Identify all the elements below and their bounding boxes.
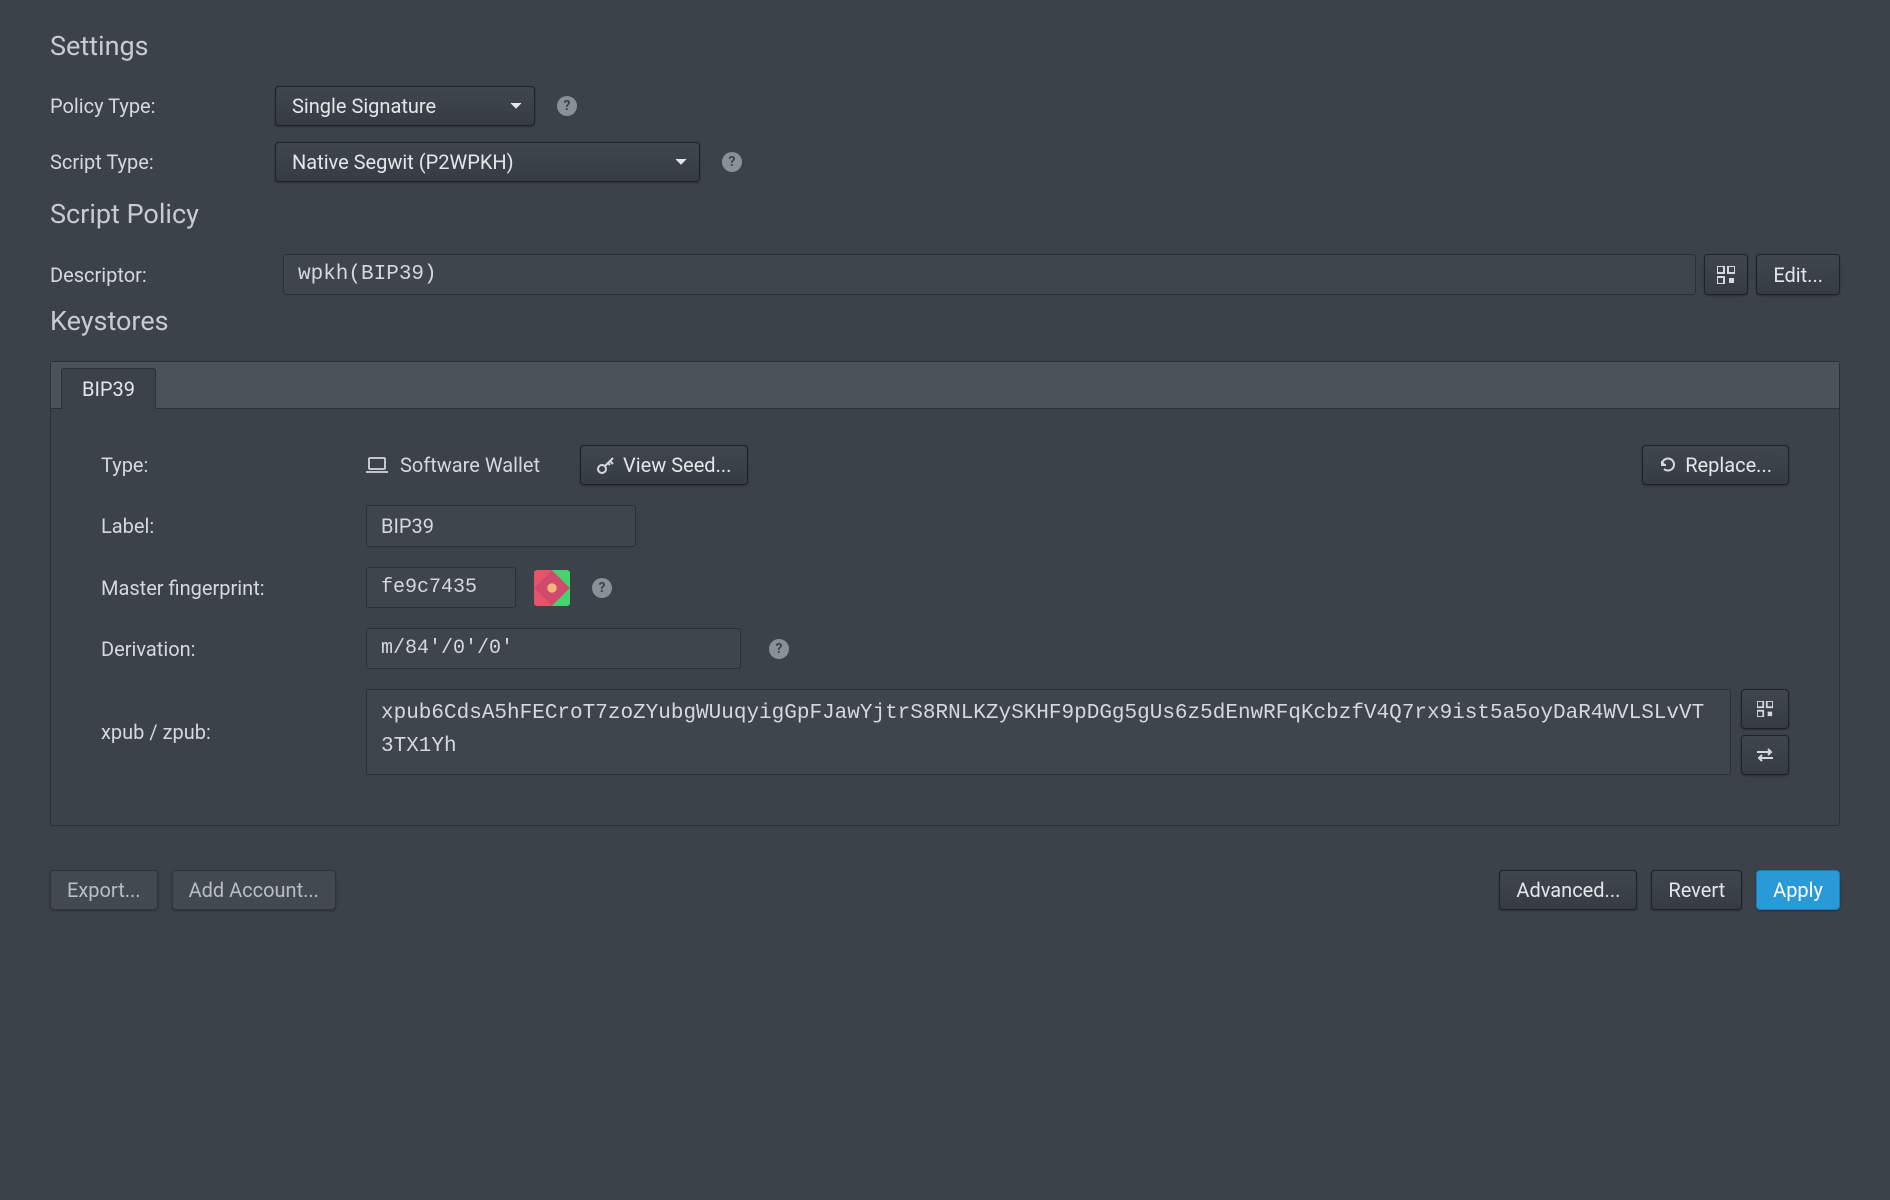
key-icon <box>597 456 615 474</box>
export-button[interactable]: Export... <box>50 870 158 910</box>
xpub-swap-button[interactable] <box>1741 735 1789 775</box>
help-icon[interactable]: ? <box>722 152 742 172</box>
derivation-input[interactable]: m/84'/0'/0' <box>366 628 741 669</box>
script-policy-title: Script Policy <box>50 198 1840 230</box>
descriptor-input[interactable]: wpkh(BIP39) <box>283 254 1696 295</box>
advanced-label: Advanced... <box>1516 878 1620 902</box>
keystore-type-label: Type: <box>101 453 366 477</box>
swap-icon <box>1756 748 1774 762</box>
derivation-label: Derivation: <box>101 637 366 661</box>
policy-type-label: Policy Type: <box>50 94 275 118</box>
xpub-qr-button[interactable] <box>1741 689 1789 729</box>
view-seed-button[interactable]: View Seed... <box>580 445 748 485</box>
qr-icon <box>1757 701 1773 717</box>
apply-button[interactable]: Apply <box>1756 870 1840 910</box>
laptop-icon <box>366 456 388 474</box>
keystore-type-value: Software Wallet <box>400 453 540 477</box>
keystore-tabs: BIP39 Type: Software Wallet <box>50 361 1840 826</box>
revert-button[interactable]: Revert <box>1651 870 1742 910</box>
descriptor-label: Descriptor: <box>50 263 275 287</box>
edit-label: Edit... <box>1773 263 1823 287</box>
policy-type-value: Single Signature <box>292 94 436 118</box>
help-icon[interactable]: ? <box>592 578 612 598</box>
edit-descriptor-button[interactable]: Edit... <box>1756 254 1840 295</box>
replace-label: Replace... <box>1685 453 1772 477</box>
policy-type-select[interactable]: Single Signature <box>275 86 535 126</box>
script-type-label: Script Type: <box>50 150 275 174</box>
fingerprint-label: Master fingerprint: <box>101 576 366 600</box>
advanced-button[interactable]: Advanced... <box>1499 870 1637 910</box>
undo-icon <box>1659 456 1677 474</box>
identicon-icon <box>534 570 570 606</box>
add-account-label: Add Account... <box>189 878 319 902</box>
add-account-button[interactable]: Add Account... <box>172 870 336 910</box>
export-label: Export... <box>67 878 141 902</box>
chevron-down-icon <box>510 102 522 110</box>
script-type-value: Native Segwit (P2WPKH) <box>292 150 514 174</box>
xpub-label: xpub / zpub: <box>101 720 366 744</box>
xpub-input[interactable]: xpub6CdsA5hFECroT7zoZYubgWUuqyigGpFJawYj… <box>366 689 1731 775</box>
revert-label: Revert <box>1668 878 1725 902</box>
replace-button[interactable]: Replace... <box>1642 445 1789 485</box>
settings-title: Settings <box>50 30 1840 62</box>
chevron-down-icon <box>675 158 687 166</box>
keystore-label-label: Label: <box>101 514 366 538</box>
qr-icon <box>1717 266 1735 284</box>
qr-button[interactable] <box>1704 254 1748 295</box>
keystores-title: Keystores <box>50 305 1840 337</box>
keystore-label-input[interactable]: BIP39 <box>366 505 636 547</box>
view-seed-label: View Seed... <box>623 453 731 477</box>
fingerprint-input[interactable]: fe9c7435 <box>366 567 516 608</box>
tab-bip39[interactable]: BIP39 <box>61 368 156 409</box>
help-icon[interactable]: ? <box>557 96 577 116</box>
apply-label: Apply <box>1773 878 1823 902</box>
help-icon[interactable]: ? <box>769 639 789 659</box>
script-type-select[interactable]: Native Segwit (P2WPKH) <box>275 142 700 182</box>
